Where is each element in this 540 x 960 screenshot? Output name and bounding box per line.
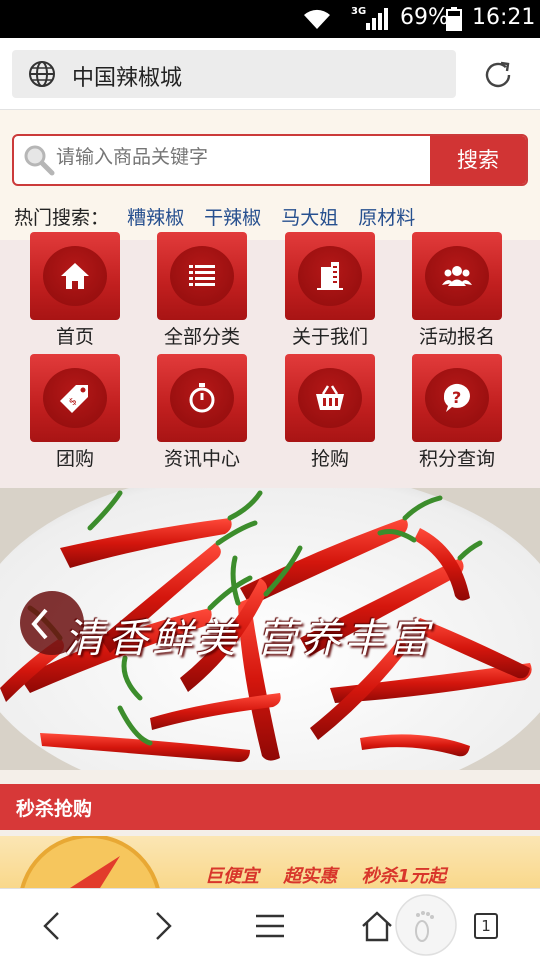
banner-slogan: 清香鲜美 营养丰富 <box>64 616 433 662</box>
menu-label: 团购 <box>55 448 94 470</box>
reload-icon[interactable] <box>481 58 515 92</box>
back-icon[interactable] <box>36 909 70 943</box>
search-icon <box>24 145 55 176</box>
nav-grid: 首页 全部分类 关于我们 活动报名 $ 团购 资讯中心 抢购 ? 积分查询 <box>0 232 540 488</box>
tabs-button[interactable]: 1 <box>474 913 498 939</box>
flash-sale-banner[interactable]: 巨便宜 超实惠 秒杀1元起 <box>0 836 540 888</box>
menu-label: 关于我们 <box>291 326 368 348</box>
footprint-icon[interactable] <box>394 893 458 957</box>
menu-item-group-buy[interactable]: $ <box>30 354 120 442</box>
battery-icon <box>446 7 462 31</box>
menu-item-event-signup[interactable] <box>412 232 502 320</box>
basket-icon <box>316 385 344 410</box>
promo-text: 超实惠 <box>283 866 338 887</box>
stopwatch-icon <box>189 383 215 413</box>
svg-text:?: ? <box>452 388 461 407</box>
menu-item-rush-buy[interactable] <box>285 354 375 442</box>
hot-search-link[interactable]: 原材料 <box>358 207 415 229</box>
search-input[interactable] <box>56 146 426 168</box>
hot-search-link[interactable]: 马大姐 <box>281 207 338 229</box>
search-box: 搜索 <box>12 134 528 186</box>
signal-icon <box>366 8 388 30</box>
menu-label: 积分查询 <box>418 448 495 470</box>
forward-icon[interactable] <box>145 909 179 943</box>
compass-graphic <box>20 836 160 888</box>
browser-toolbar: 中国辣椒城 <box>0 38 540 110</box>
menu-label: 全部分类 <box>163 326 240 348</box>
browser-navbar: 1 <box>0 888 540 960</box>
status-bar: 3G 69% 16:21 <box>0 0 540 38</box>
home-icon <box>61 263 89 289</box>
address-bar[interactable]: 中国辣椒城 <box>12 50 456 98</box>
promo-text: 巨便宜 <box>205 866 259 887</box>
question-icon: ? <box>443 383 470 412</box>
battery-percent: 69% <box>400 5 449 30</box>
menu-item-points-query[interactable]: ? <box>412 354 502 442</box>
menu-item-news[interactable] <box>157 354 247 442</box>
promo-text: 秒杀1元起 <box>361 866 447 887</box>
menu-item-home[interactable] <box>30 232 120 320</box>
people-icon <box>442 266 472 286</box>
menu-label: 抢购 <box>310 448 349 470</box>
hot-searches-label: 热门搜索： <box>14 207 110 229</box>
list-icon <box>189 265 215 286</box>
tag-icon: $ <box>60 385 88 413</box>
hot-search-link[interactable]: 糟辣椒 <box>127 207 184 229</box>
search-button[interactable]: 搜索 <box>430 136 526 184</box>
menu-label: 首页 <box>55 326 94 348</box>
section-title: 秒杀抢购 <box>16 798 93 820</box>
search-section: 搜索 热门搜索： 糟辣椒 干辣椒 马大姐 原材料 <box>0 110 540 240</box>
menu-item-all-categories[interactable] <box>157 232 247 320</box>
promo-banner[interactable]: 清香鲜美 营养丰富 <box>0 488 540 770</box>
building-icon <box>317 262 343 290</box>
wifi-icon <box>304 9 330 29</box>
page-title: 中国辣椒城 <box>72 66 183 91</box>
menu-label: 活动报名 <box>418 326 495 348</box>
promo-slogans: 巨便宜 超实惠 秒杀1元起 <box>205 862 464 888</box>
flash-sale-header: 秒杀抢购 <box>0 784 540 830</box>
menu-icon[interactable] <box>253 909 287 943</box>
home-icon[interactable] <box>360 909 394 943</box>
clock: 16:21 <box>472 5 536 30</box>
network-type: 3G <box>351 6 367 17</box>
hot-searches: 热门搜索： 糟辣椒 干辣椒 马大姐 原材料 <box>14 203 429 230</box>
menu-item-about[interactable] <box>285 232 375 320</box>
hot-search-link[interactable]: 干辣椒 <box>204 207 261 229</box>
menu-label: 资讯中心 <box>163 448 240 470</box>
globe-icon <box>29 61 55 87</box>
